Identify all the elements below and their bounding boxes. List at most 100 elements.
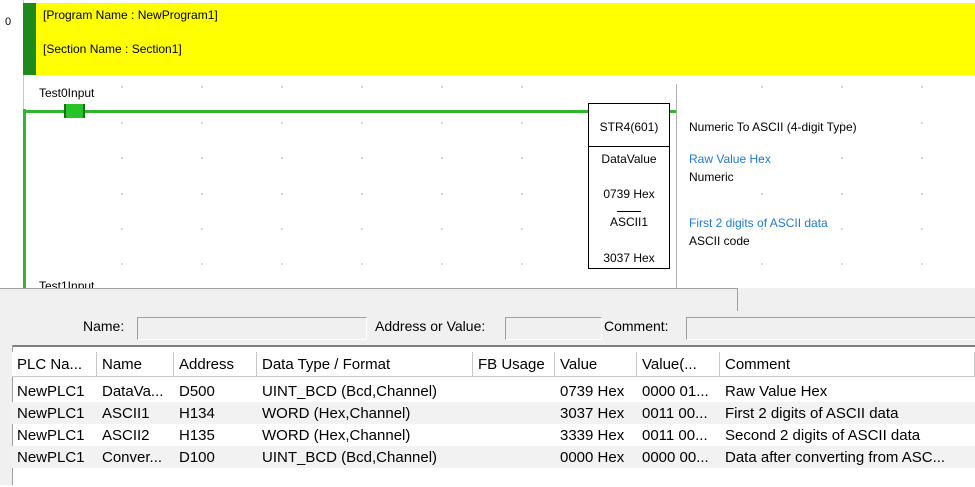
col-value-header[interactable]: Value [555,352,637,377]
table-row[interactable]: NewPLC1 DataVa... D500 UINT_BCD (Bcd,Channe… [12,380,975,402]
section-name: [Section Name : Section1] [43,42,182,56]
power-rail [23,109,26,288]
grid-dot [841,228,843,230]
col-fb-usage-cell[interactable] [473,446,555,468]
grid-dot [201,228,203,230]
col-value-binary-cell[interactable]: 0000 01... [637,380,720,402]
col-data-type-cell[interactable]: WORD (Hex,Channel) [257,402,473,424]
instruction-description: Numeric To ASCII (4-digit Type) [689,120,857,134]
grid-dot [201,157,203,159]
grid-dot [361,122,363,124]
col-address-header[interactable]: Address [174,352,257,377]
comment-label: Comment: [604,318,669,334]
grid-dot [441,157,443,159]
grid-dot [921,122,923,124]
operand-1[interactable]: DataValue [589,152,669,166]
col-plc-name-cell[interactable]: NewPLC1 [12,446,97,468]
grid-dot [521,228,523,230]
comment-field[interactable] [686,317,975,340]
grid-dot [361,193,363,195]
operand-2-value: 3037 Hex [603,251,655,265]
rung-number: 0 [5,16,12,28]
grid-dot [281,157,283,159]
col-comment-cell[interactable]: Raw Value Hex [720,380,975,402]
grid-dot [521,86,523,88]
col-comment-header[interactable]: Comment [720,352,975,377]
col-comment-cell[interactable]: Second 2 digits of ASCII data [720,424,975,446]
grid-dot [281,122,283,124]
col-data-type-cell[interactable]: UINT_BCD (Bcd,Channel) [257,446,473,468]
grid-dot [841,86,843,88]
grid-dot [441,193,443,195]
input-contact[interactable] [64,104,85,118]
col-data-type-header[interactable]: Data Type / Format [257,352,473,377]
col-address-cell[interactable]: H134 [174,402,257,424]
col-name-cell[interactable]: Conver... [97,446,174,468]
grid-dot [441,86,443,88]
grid-dot [121,86,123,88]
operand-1-value: 0739 Hex [603,187,655,201]
col-fb-usage-cell[interactable] [473,380,555,402]
col-data-type-cell[interactable]: UINT_BCD (Bcd,Channel) [257,380,473,402]
operand-2-comment: First 2 digits of ASCII data [689,216,828,230]
grid-dot [761,263,763,265]
table-row[interactable]: NewPLC1 ASCII1 H134 WORD (Hex,Channel) 3037 … [12,402,975,424]
rung-wire [26,110,589,113]
grid-dot [441,122,443,124]
col-value-cell[interactable]: 0000 Hex [555,446,637,468]
grid-dot [121,263,123,265]
grid-dot [841,193,843,195]
col-value-cell[interactable]: 0739 Hex [555,380,637,402]
col-address-cell[interactable]: D500 [174,380,257,402]
grid-dot [281,193,283,195]
col-value-cell[interactable]: 3339 Hex [555,424,637,446]
col-name-header[interactable]: Name [97,352,174,377]
name-field[interactable] [137,317,367,340]
address-field[interactable] [505,317,602,340]
grid-dot [521,122,523,124]
col-fb-usage-cell[interactable] [473,424,555,446]
col-name-cell[interactable]: DataVa... [97,380,174,402]
col-name-cell[interactable]: ASCII2 [97,424,174,446]
col-fb-usage-cell[interactable] [473,402,555,424]
grid-dot [921,157,923,159]
col-comment-cell[interactable]: Data after converting from ASC... [720,446,975,468]
col-value-binary-cell[interactable]: 0011 00... [637,424,720,446]
col-plc-name-cell[interactable]: NewPLC1 [12,424,97,446]
grid-dot [521,193,523,195]
col-value-cell[interactable]: 3037 Hex [555,402,637,424]
program-name: [Program Name : NewProgram1] [43,8,218,22]
rung-number-gutter [0,0,24,288]
operand-1-comment: Raw Value Hex [689,152,771,166]
horizontal-scrollbar[interactable] [0,288,738,312]
col-plc-name-header[interactable]: PLC Na... [12,352,97,377]
col-plc-name-cell[interactable]: NewPLC1 [12,380,97,402]
grid-dot [441,228,443,230]
grid-dot [921,193,923,195]
table-row[interactable]: NewPLC1 Conver... D100 UINT_BCD (Bcd,Channe… [12,446,975,468]
grid-dot [281,263,283,265]
col-fb-usage-header[interactable]: FB Usage [473,352,555,377]
col-address-cell[interactable]: D100 [174,446,257,468]
operand-2[interactable]: ASCII1 [589,215,669,229]
table-row[interactable]: NewPLC1 ASCII2 H135 WORD (Hex,Channel) 3339 … [12,424,975,446]
col-value-binary-cell[interactable]: 0000 00... [637,446,720,468]
col-name-cell[interactable]: ASCII1 [97,402,174,424]
grid-dot [201,263,203,265]
grid-dot [361,157,363,159]
col-value-binary-header[interactable]: Value(... [637,352,720,377]
grid-dot [121,193,123,195]
operand-2-type: ASCII code [689,234,750,248]
grid-dot [201,122,203,124]
col-value-binary-cell[interactable]: 0011 00... [637,402,720,424]
grid-dot [281,228,283,230]
col-data-type-cell[interactable]: WORD (Hex,Channel) [257,424,473,446]
right-rail [676,84,677,288]
contact-label: Test0Input [39,86,95,100]
grid-dot [841,157,843,159]
col-plc-name-cell[interactable]: NewPLC1 [12,402,97,424]
col-comment-cell[interactable]: First 2 digits of ASCII data [720,402,975,424]
col-address-cell[interactable]: H135 [174,424,257,446]
grid-dot [361,263,363,265]
grid-dot [121,228,123,230]
